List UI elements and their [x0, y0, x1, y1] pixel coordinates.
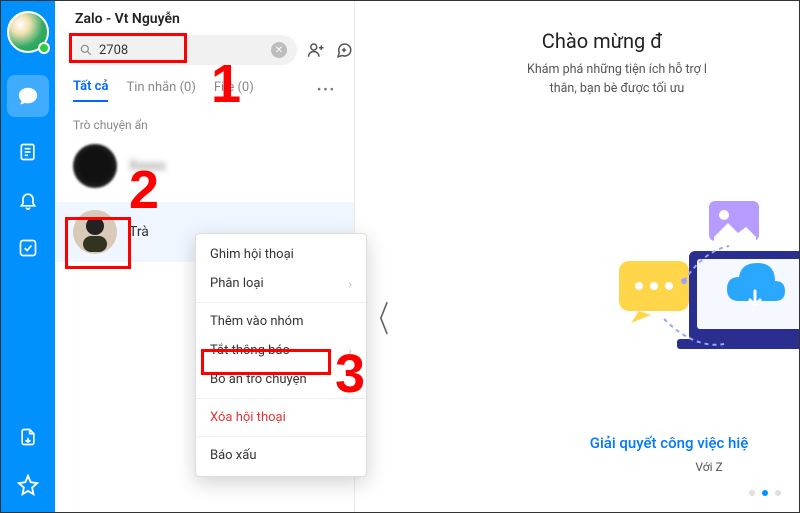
- new-chat-button[interactable]: [335, 41, 353, 59]
- ctx-report[interactable]: Báo xấu: [196, 441, 366, 470]
- chat-avatar: [73, 210, 117, 254]
- chat-item[interactable]: Xxxxx: [55, 136, 354, 196]
- chat-avatar: [73, 144, 117, 188]
- nav-todo[interactable]: [15, 235, 41, 261]
- chat-name: Trà: [129, 224, 149, 240]
- presence-dot: [38, 42, 50, 54]
- app-root: Zalo - Vt Nguyễn ✕ Tất cả Tin nhắn (0) F…: [0, 0, 800, 513]
- ctx-classify[interactable]: Phân loại›: [196, 269, 366, 298]
- chevron-right-icon: ›: [348, 277, 352, 291]
- carousel-dot[interactable]: [749, 490, 755, 496]
- tab-messages[interactable]: Tin nhắn (0): [126, 80, 195, 101]
- nav-contacts[interactable]: [15, 139, 41, 165]
- nav-notifications[interactable]: [15, 187, 41, 213]
- tab-all[interactable]: Tất cả: [73, 79, 108, 102]
- tabs-more[interactable]: •••: [317, 83, 336, 98]
- carousel-dot[interactable]: [762, 490, 768, 496]
- search-input[interactable]: [99, 43, 265, 58]
- carousel-dot[interactable]: [775, 490, 781, 496]
- tab-files[interactable]: File (0): [214, 80, 254, 101]
- welcome-subtitle: Khám phá những tiện ích hỗ trợ l thân, b…: [355, 61, 799, 99]
- window-title: Zalo - Vt Nguyễn: [75, 11, 340, 27]
- welcome-title: Chào mừng đ: [355, 29, 799, 53]
- feature-subtitle: Với Z: [619, 460, 799, 474]
- nav-rail: [1, 1, 55, 512]
- nav-star[interactable]: [15, 472, 41, 498]
- search-icon: [79, 43, 93, 57]
- chevron-right-icon: ›: [348, 344, 352, 358]
- user-avatar[interactable]: [7, 11, 49, 53]
- ctx-add-to-group[interactable]: Thêm vào nhóm: [196, 307, 366, 336]
- ctx-pin[interactable]: Ghim hội thoại: [196, 240, 366, 269]
- chat-list-panel: Zalo - Vt Nguyễn ✕ Tất cả Tin nhắn (0) F…: [55, 1, 355, 512]
- ctx-delete[interactable]: Xóa hội thoại: [196, 403, 366, 432]
- feature-title: Giải quyết công việc hiệ: [539, 434, 799, 452]
- nav-chat[interactable]: [7, 75, 49, 117]
- clear-search-button[interactable]: ✕: [271, 42, 287, 58]
- chat-context-menu: Ghim hội thoại Phân loại› Thêm vào nhóm …: [195, 233, 367, 477]
- search-box[interactable]: ✕: [69, 35, 297, 65]
- carousel-dots: [749, 490, 781, 496]
- section-hidden-chats: Trò chuyện ẩn: [55, 108, 354, 136]
- welcome-pane: Chào mừng đ Khám phá những tiện ích hỗ t…: [355, 1, 799, 512]
- nav-sendfile[interactable]: [15, 424, 41, 450]
- welcome-illustration: [569, 191, 799, 371]
- filter-tabs: Tất cả Tin nhắn (0) File (0) •••: [55, 65, 354, 108]
- carousel-prev[interactable]: 〈: [367, 291, 389, 342]
- ctx-mute[interactable]: Tắt thông báo›: [196, 336, 366, 365]
- add-friend-button[interactable]: [307, 41, 325, 59]
- chat-name: Xxxxx: [129, 158, 166, 174]
- ctx-unhide[interactable]: Bỏ ẩn trò chuyện: [196, 365, 366, 394]
